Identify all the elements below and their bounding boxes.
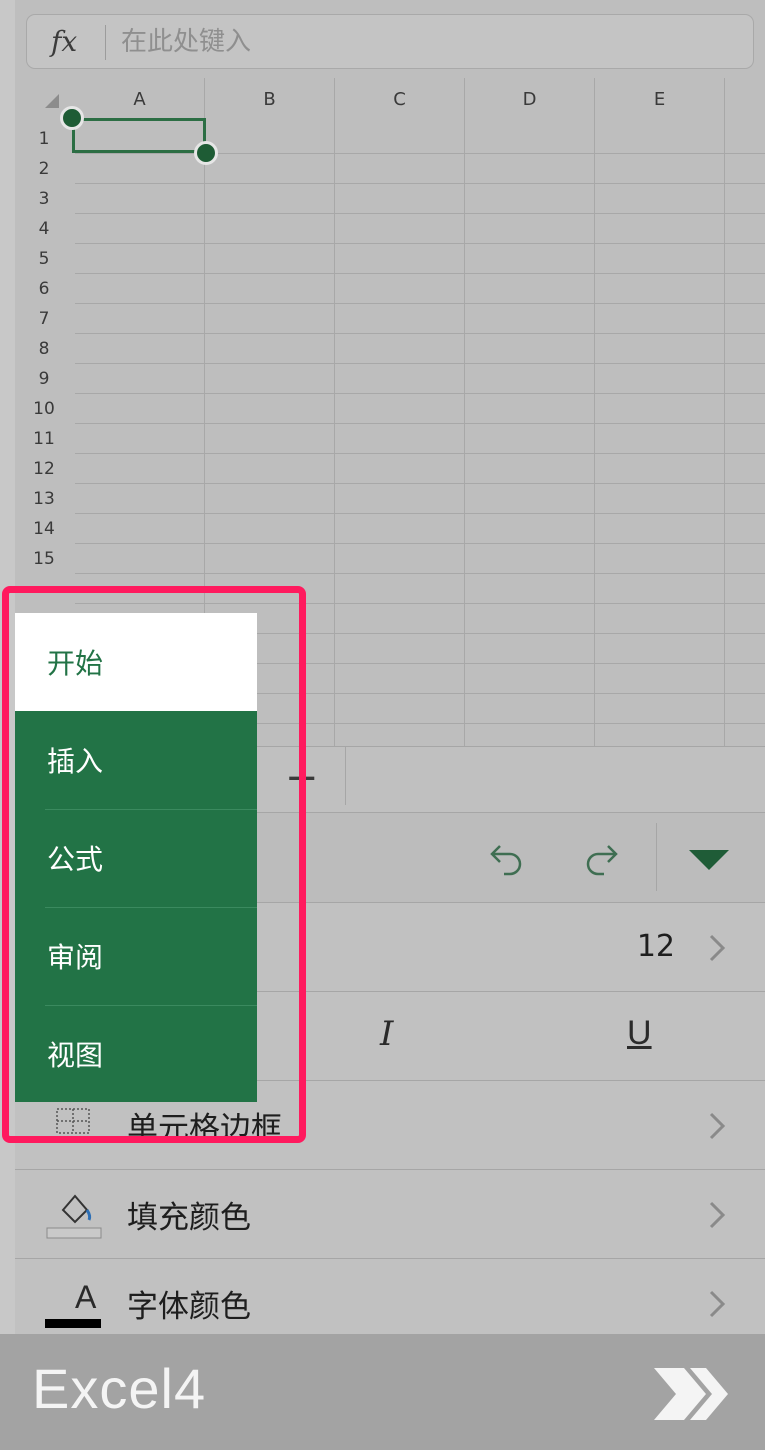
redo-icon[interactable] — [577, 833, 627, 883]
font-color-label: 字体颜色 — [127, 1289, 251, 1325]
column-header[interactable]: C — [335, 78, 465, 120]
row-header[interactable]: 8 — [15, 334, 73, 364]
banner-title: Excel4 — [32, 1357, 207, 1420]
cell-borders-label: 单元格边框 — [127, 1111, 282, 1147]
chevron-right-icon — [709, 1201, 726, 1229]
chevron-right-icon — [709, 934, 726, 962]
paint-bucket-icon — [46, 1194, 102, 1239]
row-header[interactable]: 3 — [15, 184, 73, 214]
tab-review[interactable]: 审阅 — [15, 907, 257, 1005]
row-header[interactable]: 14 — [15, 514, 73, 544]
selection-handle-start[interactable] — [60, 106, 84, 130]
row-header[interactable]: 2 — [15, 154, 73, 184]
formula-divider — [105, 25, 106, 60]
select-all-corner[interactable] — [45, 94, 59, 108]
selected-cell[interactable] — [72, 118, 206, 153]
italic-button[interactable]: I — [380, 1014, 393, 1054]
tab-view[interactable]: 视图 — [15, 1005, 257, 1103]
cell-borders-icon — [56, 1108, 90, 1134]
font-color-swatch — [45, 1319, 101, 1328]
column-header[interactable]: E — [595, 78, 725, 120]
app-screen: fx A B C D E 1 2 3 4 5 6 7 8 9 10 11 12 … — [0, 0, 765, 1450]
chevron-right-icon — [709, 1112, 726, 1140]
tab-insert[interactable]: 插入 — [15, 711, 257, 809]
undo-icon[interactable] — [481, 833, 531, 883]
arrow-logo-icon — [654, 1368, 728, 1420]
column-header[interactable]: B — [205, 78, 335, 120]
row-header[interactable]: 12 — [15, 454, 73, 484]
left-edge — [0, 0, 15, 1334]
row-header[interactable]: 11 — [15, 424, 73, 454]
column-headers: A B C D E — [75, 78, 725, 120]
column-header[interactable]: A — [75, 78, 205, 120]
sheet-divider — [345, 747, 346, 805]
row-header[interactable]: 7 — [15, 304, 73, 334]
row-header[interactable]: 6 — [15, 274, 73, 304]
formula-bar: fx — [26, 14, 754, 69]
add-sheet-button[interactable]: + — [285, 755, 319, 801]
row-header[interactable]: 1 — [15, 124, 73, 154]
chevron-right-icon — [709, 1290, 726, 1318]
row-header[interactable]: 13 — [15, 484, 73, 514]
tab-home[interactable]: 开始 — [15, 613, 257, 711]
row-header[interactable]: 5 — [15, 244, 73, 274]
row-header[interactable]: 4 — [15, 214, 73, 244]
formula-input[interactable] — [121, 23, 721, 61]
row-header[interactable]: 9 — [15, 364, 73, 394]
fill-color-row[interactable]: 填充颜色 — [15, 1169, 765, 1258]
toolbar-divider — [656, 823, 657, 891]
row-headers: 1 2 3 4 5 6 7 8 9 10 11 12 13 14 15 — [15, 124, 73, 574]
collapse-ribbon-icon[interactable] — [683, 843, 735, 877]
row-header[interactable]: 15 — [15, 544, 73, 574]
font-size-value: 12 — [636, 929, 675, 964]
ribbon-tab-menu: 开始 插入 公式 审阅 视图 — [15, 613, 257, 1102]
bottom-banner: Excel4 — [0, 1334, 765, 1450]
function-icon[interactable]: fx — [51, 25, 77, 58]
selection-handle-end[interactable] — [194, 141, 218, 165]
row-header[interactable]: 10 — [15, 394, 73, 424]
font-color-icon: A — [75, 1279, 97, 1315]
column-header[interactable]: D — [465, 78, 595, 120]
underline-button[interactable]: U — [627, 1014, 652, 1053]
fill-color-label: 填充颜色 — [127, 1200, 251, 1236]
tab-formulas[interactable]: 公式 — [15, 809, 257, 907]
